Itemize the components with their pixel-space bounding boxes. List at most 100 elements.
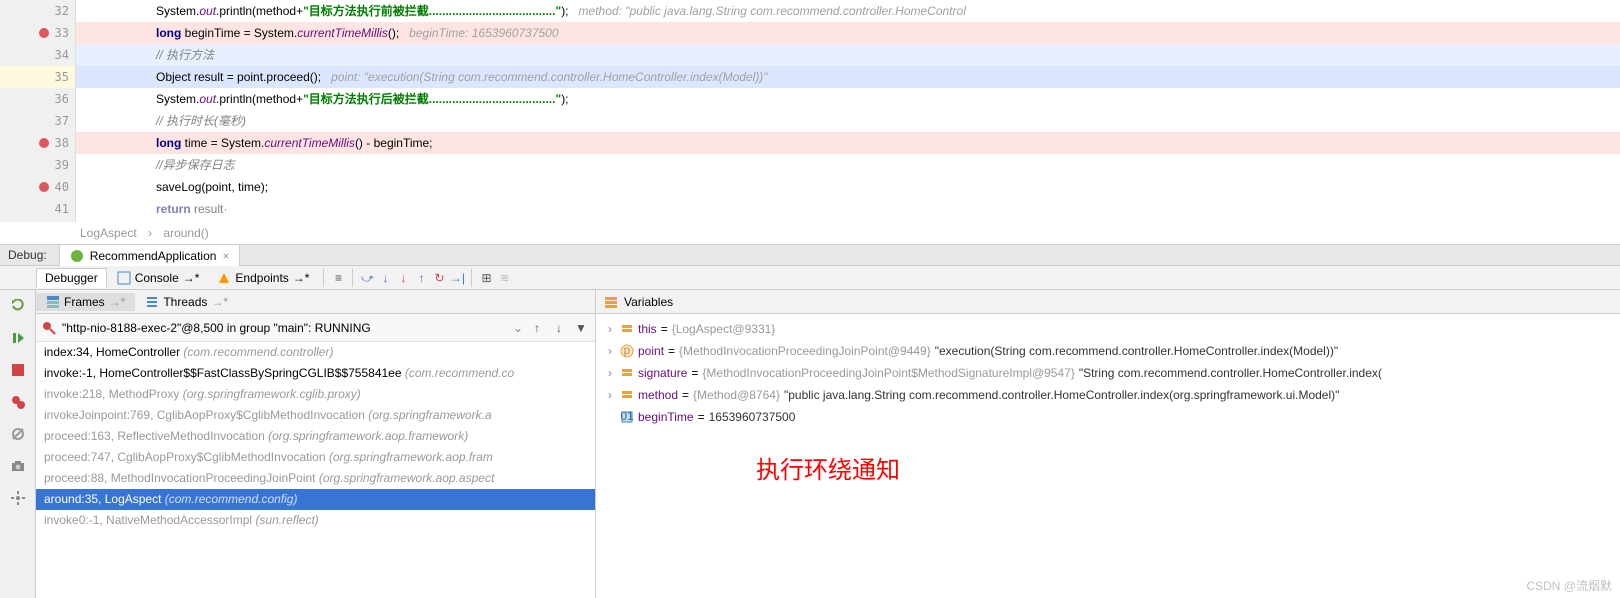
step-over-icon[interactable]: ⤻ bbox=[359, 270, 375, 286]
breakpoint-icon[interactable] bbox=[39, 138, 49, 148]
breakpoint-icon[interactable] bbox=[39, 28, 49, 38]
stack-frame[interactable]: proceed:163, ReflectiveMethodInvocation … bbox=[36, 426, 595, 447]
view-breakpoints-icon[interactable] bbox=[8, 392, 28, 412]
force-step-into-icon[interactable]: ↓ bbox=[395, 270, 411, 286]
breakpoint-icon[interactable] bbox=[39, 182, 49, 192]
tab-endpoints[interactable]: Endpoints →* bbox=[209, 269, 317, 287]
resume-icon[interactable] bbox=[8, 328, 28, 348]
debug-body: Frames→* Threads→* "http-nio-8188-exec-2… bbox=[0, 290, 1620, 598]
watermark: CSDN @流烟默 bbox=[1526, 577, 1612, 594]
var-type-icon: 01 bbox=[620, 410, 634, 424]
gutter-line[interactable]: 40 bbox=[0, 176, 75, 198]
frames-threads-tabs: Frames→* Threads→* bbox=[36, 290, 595, 314]
thread-running-icon bbox=[42, 321, 56, 335]
code-line[interactable]: // 执行时长(毫秒) bbox=[76, 110, 1620, 132]
code-line[interactable]: //异步保存日志 bbox=[76, 154, 1620, 176]
stack-icon[interactable]: ≡ bbox=[330, 270, 346, 286]
code-line[interactable]: return result· bbox=[76, 198, 1620, 220]
stop-icon[interactable] bbox=[8, 360, 28, 380]
debug-session-bar: Debug: RecommendApplication × bbox=[0, 244, 1620, 266]
code-line[interactable]: System.out.println(method+"目标方法执行前被拦截...… bbox=[76, 0, 1620, 22]
variable-row[interactable]: 01 beginTime = 1653960737500 bbox=[596, 406, 1620, 428]
chevron-right-icon: › bbox=[148, 226, 152, 240]
endpoints-icon bbox=[217, 271, 231, 285]
expand-icon[interactable]: › bbox=[604, 322, 616, 336]
gutter-line[interactable]: 32 bbox=[0, 0, 75, 22]
breadcrumb-part[interactable]: LogAspect bbox=[80, 226, 137, 240]
run-to-cursor-icon[interactable]: →| bbox=[449, 270, 465, 286]
stack-frame[interactable]: invoke:-1, HomeController$$FastClassBySp… bbox=[36, 363, 595, 384]
variable-row[interactable]: › signature = {MethodInvocationProceedin… bbox=[596, 362, 1620, 384]
code-line[interactable]: System.out.println(method+"目标方法执行后被拦截...… bbox=[76, 88, 1620, 110]
code-line[interactable]: long time = System.currentTimeMillis() -… bbox=[76, 132, 1620, 154]
breadcrumb[interactable]: LogAspect › around() bbox=[0, 222, 1620, 244]
gutter-line[interactable]: 41 bbox=[0, 198, 75, 220]
code-line[interactable]: long beginTime = System.currentTimeMilli… bbox=[76, 22, 1620, 44]
gutter-line[interactable]: 39 bbox=[0, 154, 75, 176]
chevron-down-icon[interactable]: ⌄ bbox=[513, 321, 523, 335]
expand-icon[interactable]: › bbox=[604, 366, 616, 380]
breadcrumb-part[interactable]: around() bbox=[163, 226, 208, 240]
pin-icon: →* bbox=[293, 271, 310, 285]
stack-frame[interactable]: invoke0:-1, NativeMethodAccessorImpl (su… bbox=[36, 510, 595, 531]
prev-frame-icon[interactable]: ↑ bbox=[529, 320, 545, 336]
rerun-icon[interactable] bbox=[8, 296, 28, 316]
stack-frame[interactable]: index:34, HomeController (com.recommend.… bbox=[36, 342, 595, 363]
camera-icon[interactable] bbox=[8, 456, 28, 476]
annotation-text: 执行环绕通知 bbox=[756, 450, 900, 485]
stack-frame[interactable]: around:35, LogAspect (com.recommend.conf… bbox=[36, 489, 595, 510]
frames-icon bbox=[46, 295, 60, 309]
code-line[interactable]: saveLog(point, time); bbox=[76, 176, 1620, 198]
var-type-icon bbox=[620, 388, 634, 402]
tab-debugger[interactable]: Debugger bbox=[36, 268, 107, 288]
drop-frame-icon[interactable]: ↻ bbox=[431, 270, 447, 286]
evaluate-icon[interactable]: ⊞ bbox=[478, 270, 494, 286]
var-type-icon: p bbox=[620, 344, 634, 358]
pin-icon: →* bbox=[183, 271, 200, 285]
var-type-icon bbox=[620, 366, 634, 380]
spring-boot-icon bbox=[70, 249, 84, 263]
gutter-line[interactable]: 37 bbox=[0, 110, 75, 132]
variable-row[interactable]: › method = {Method@8764} "public java.la… bbox=[596, 384, 1620, 406]
svg-text:01: 01 bbox=[620, 410, 634, 423]
close-icon[interactable]: × bbox=[222, 249, 229, 263]
line-gutter: 32333435363738394041 bbox=[0, 0, 76, 222]
tab-frames[interactable]: Frames→* bbox=[36, 293, 135, 311]
debug-tool-tabs: Debugger Console →* Endpoints →* ≡ ⤻ ↓ ↓… bbox=[0, 266, 1620, 290]
threads-icon bbox=[145, 295, 159, 309]
mute-breakpoints-icon[interactable] bbox=[8, 424, 28, 444]
code-line[interactable]: // 执行方法 bbox=[76, 44, 1620, 66]
debug-left-toolbar bbox=[0, 290, 36, 598]
variable-row[interactable]: ›p point = {MethodInvocationProceedingJo… bbox=[596, 340, 1620, 362]
code-line[interactable]: Object result = point.proceed(); point: … bbox=[76, 66, 1620, 88]
gutter-line[interactable]: 33 bbox=[0, 22, 75, 44]
variable-row[interactable]: › this = {LogAspect@9331} bbox=[596, 318, 1620, 340]
frame-list[interactable]: index:34, HomeController (com.recommend.… bbox=[36, 342, 595, 598]
step-into-icon[interactable]: ↓ bbox=[377, 270, 393, 286]
editor-area: 32333435363738394041 System.out.println(… bbox=[0, 0, 1620, 222]
stack-frame[interactable]: invoke:218, MethodProxy (org.springframe… bbox=[36, 384, 595, 405]
settings-icon[interactable] bbox=[8, 488, 28, 508]
stack-frame[interactable]: proceed:747, CglibAopProxy$CglibMethodIn… bbox=[36, 447, 595, 468]
var-type-icon bbox=[620, 322, 634, 336]
filter-icon[interactable]: ▼ bbox=[573, 320, 589, 336]
tab-threads[interactable]: Threads→* bbox=[135, 293, 238, 311]
variables-list[interactable]: › this = {LogAspect@9331}›p point = {Met… bbox=[596, 314, 1620, 432]
stack-frame[interactable]: proceed:88, MethodInvocationProceedingJo… bbox=[36, 468, 595, 489]
code-area[interactable]: System.out.println(method+"目标方法执行前被拦截...… bbox=[76, 0, 1620, 222]
tab-console[interactable]: Console →* bbox=[109, 269, 208, 287]
debug-run-tab[interactable]: RecommendApplication × bbox=[59, 244, 241, 266]
gutter-line[interactable]: 34 bbox=[0, 44, 75, 66]
gutter-line[interactable]: 35 bbox=[0, 66, 75, 88]
svg-text:p: p bbox=[624, 344, 631, 357]
expand-icon[interactable]: › bbox=[604, 344, 616, 358]
step-out-icon[interactable]: ↑ bbox=[413, 270, 429, 286]
trace-icon[interactable]: ≋ bbox=[496, 270, 512, 286]
gutter-line[interactable]: 38 bbox=[0, 132, 75, 154]
thread-combo[interactable]: "http-nio-8188-exec-2"@8,500 in group "m… bbox=[42, 321, 507, 335]
gutter-line[interactable]: 36 bbox=[0, 88, 75, 110]
stack-frame[interactable]: invokeJoinpoint:769, CglibAopProxy$Cglib… bbox=[36, 405, 595, 426]
expand-icon[interactable]: › bbox=[604, 388, 616, 402]
next-frame-icon[interactable]: ↓ bbox=[551, 320, 567, 336]
debug-label: Debug: bbox=[8, 248, 47, 262]
